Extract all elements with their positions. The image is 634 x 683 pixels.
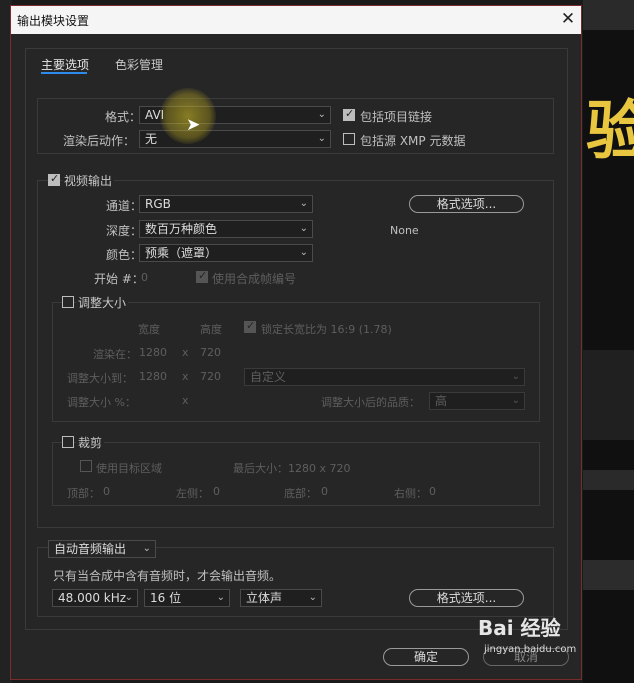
color-label: 颜色： bbox=[106, 248, 143, 262]
tab-color-management[interactable]: 色彩管理 bbox=[115, 56, 163, 73]
crop-top-label: 顶部： bbox=[67, 487, 100, 500]
dialog-titlebar[interactable]: 输出模块设置 ✕ bbox=[11, 6, 581, 34]
include-project-link-label: 包括项目链接 bbox=[360, 110, 433, 124]
chevron-down-icon: ⌄ bbox=[299, 223, 308, 234]
x-sign: x bbox=[182, 394, 189, 407]
audio-output-mode-value: 自动音频输出 bbox=[54, 542, 127, 556]
background-title-glyph: 验 bbox=[586, 94, 634, 169]
start-number-value[interactable]: 0 bbox=[141, 271, 148, 284]
rendering-height: 720 bbox=[200, 346, 221, 359]
post-render-value: 无 bbox=[145, 132, 158, 146]
use-roi-checkbox[interactable] bbox=[80, 460, 92, 472]
codec-value: None bbox=[390, 224, 419, 237]
video-output-label: 视频输出 bbox=[62, 172, 115, 189]
include-project-link-checkbox[interactable] bbox=[343, 107, 355, 121]
resize-preset-select[interactable]: 自定义 ⌄ bbox=[244, 368, 525, 386]
height-header: 高度 bbox=[200, 323, 222, 336]
crop-checkbox[interactable] bbox=[62, 436, 74, 448]
include-xmp-checkbox[interactable] bbox=[343, 133, 355, 145]
resize-percent-label: 调整大小 %： bbox=[67, 396, 136, 409]
crop-label: 裁剪 bbox=[76, 434, 105, 451]
watermark-url: jingyan.baidu.com bbox=[484, 644, 577, 655]
chevron-down-icon: ⌄ bbox=[299, 198, 308, 209]
rendering-width: 1280 bbox=[139, 346, 167, 359]
tab-main-options[interactable]: 主要选项 bbox=[41, 56, 89, 73]
chevron-down-icon: ⌄ bbox=[511, 371, 520, 382]
resize-checkbox[interactable] bbox=[62, 296, 74, 308]
bit-depth-select[interactable]: 16 位 ⌄ bbox=[144, 589, 230, 607]
resize-quality-label: 调整大小后的品质： bbox=[321, 396, 420, 409]
active-tab-indicator bbox=[41, 72, 87, 74]
crop-left-label: 左侧： bbox=[176, 487, 209, 500]
depth-select[interactable]: 数百万种颜色 ⌄ bbox=[139, 220, 313, 238]
sample-rate-select[interactable]: 48.000 kHz ⌄ bbox=[52, 589, 138, 607]
channel-select[interactable]: RGB ⌄ bbox=[139, 195, 313, 213]
depth-label: 深度： bbox=[106, 224, 143, 238]
final-size-label: 最后大小：1280 x 720 bbox=[233, 462, 351, 475]
mouse-cursor-icon: ➤ bbox=[186, 115, 201, 135]
video-output-checkbox[interactable] bbox=[48, 172, 60, 186]
resize-quality-select[interactable]: 高 ⌄ bbox=[429, 392, 525, 410]
include-xmp-label: 包括源 XMP 元数据 bbox=[360, 134, 466, 148]
audio-note: 只有当合成中含有音频时，才会输出音频。 bbox=[53, 569, 282, 583]
crop-top-value[interactable]: 0 bbox=[103, 485, 110, 498]
audio-channels-select[interactable]: 立体声 ⌄ bbox=[240, 589, 322, 607]
width-header: 宽度 bbox=[138, 323, 160, 336]
video-format-options-button[interactable]: 格式选项... bbox=[409, 195, 524, 213]
audio-output-mode-select[interactable]: 自动音频输出 ⌄ bbox=[48, 540, 156, 558]
lock-aspect-checkbox[interactable] bbox=[244, 319, 256, 333]
use-roi-label: 使用目标区域 bbox=[96, 462, 162, 475]
x-sign: x bbox=[182, 346, 189, 359]
ok-button[interactable]: 确定 bbox=[383, 648, 469, 666]
crop-right-value[interactable]: 0 bbox=[429, 485, 436, 498]
color-select[interactable]: 预乘（遮罩） ⌄ bbox=[139, 244, 313, 262]
resize-to-label: 调整大小到： bbox=[67, 372, 133, 385]
use-comp-frame-checkbox[interactable] bbox=[196, 269, 208, 283]
x-sign: x bbox=[182, 370, 189, 383]
close-icon[interactable]: ✕ bbox=[557, 8, 579, 30]
chevron-down-icon: ⌄ bbox=[511, 395, 520, 406]
post-render-label: 渲染后动作： bbox=[63, 134, 136, 148]
resize-label: 调整大小 bbox=[76, 294, 129, 311]
chevron-down-icon: ⌄ bbox=[142, 543, 151, 554]
resize-height[interactable]: 720 bbox=[200, 370, 221, 383]
baidu-jingyan-watermark: Bai 经验 jingyan.baidu.com bbox=[478, 612, 576, 655]
watermark-logo: Bai 经验 bbox=[478, 616, 561, 640]
channel-value: RGB bbox=[145, 197, 171, 211]
lock-aspect-label: 锁定长宽比为 16:9 (1.78) bbox=[261, 323, 392, 336]
chevron-down-icon: ⌄ bbox=[317, 133, 326, 144]
crop-left-value[interactable]: 0 bbox=[213, 485, 220, 498]
resize-width[interactable]: 1280 bbox=[139, 370, 167, 383]
chevron-down-icon: ⌄ bbox=[299, 247, 308, 258]
start-number-label: 开始 #： bbox=[94, 272, 144, 286]
chevron-down-icon: ⌄ bbox=[216, 592, 225, 603]
bit-depth-value: 16 位 bbox=[150, 591, 182, 605]
dialog-title: 输出模块设置 bbox=[17, 14, 90, 28]
resize-quality-value: 高 bbox=[435, 394, 448, 408]
color-value: 预乘（遮罩） bbox=[145, 246, 218, 260]
crop-bottom-label: 底部： bbox=[284, 487, 317, 500]
output-module-settings-dialog: 输出模块设置 ✕ 主要选项 色彩管理 格式： AVI ⌄ 渲染后动作： 无 ⌄ … bbox=[10, 5, 582, 680]
chevron-down-icon: ⌄ bbox=[124, 592, 133, 603]
use-comp-frame-label: 使用合成帧编号 bbox=[212, 272, 297, 286]
rendering-at-label: 渲染在： bbox=[93, 348, 137, 361]
audio-format-options-button[interactable]: 格式选项... bbox=[409, 589, 524, 607]
resize-preset-value: 自定义 bbox=[250, 370, 287, 384]
chevron-down-icon: ⌄ bbox=[308, 592, 317, 603]
chevron-down-icon: ⌄ bbox=[317, 109, 326, 120]
channel-label: 通道： bbox=[106, 199, 143, 213]
format-label: 格式： bbox=[105, 110, 142, 124]
sample-rate-value: 48.000 kHz bbox=[58, 591, 127, 605]
crop-bottom-value[interactable]: 0 bbox=[321, 485, 328, 498]
audio-channels-value: 立体声 bbox=[246, 591, 283, 605]
depth-value: 数百万种颜色 bbox=[145, 222, 218, 236]
crop-right-label: 右侧： bbox=[394, 487, 427, 500]
